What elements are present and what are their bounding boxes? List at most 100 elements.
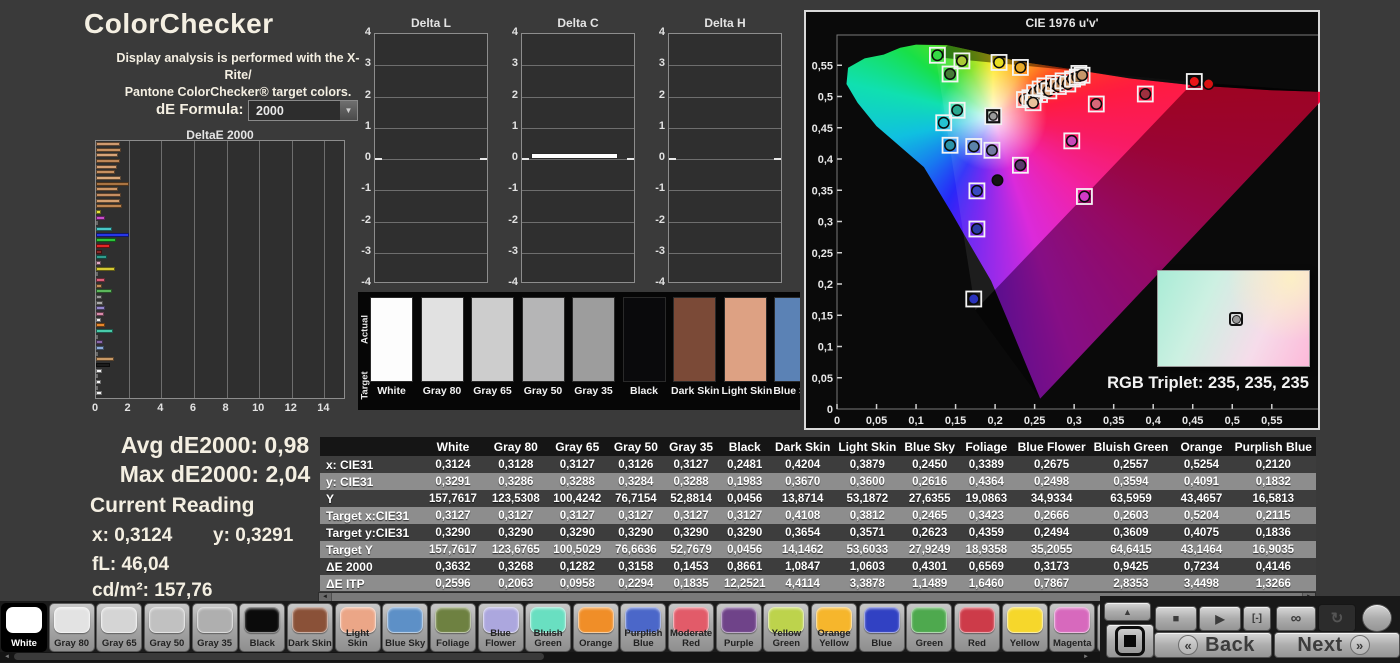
tab-black[interactable]: Black	[239, 603, 285, 652]
table-cell: 0,2063	[485, 575, 546, 591]
table-cell: 0,8661	[718, 558, 771, 575]
tab-purplish-blue[interactable]: Purplish Blue	[620, 603, 666, 652]
back-button[interactable]: « Back	[1154, 632, 1272, 658]
tab-label: Light Skin	[336, 629, 380, 649]
tab-foliage[interactable]: Foliage	[430, 603, 476, 652]
column-header: Gray 50	[608, 437, 664, 456]
deltae-bar	[96, 193, 121, 197]
reading-fl: fL: 46,04	[92, 554, 169, 576]
x-tick-label: 0,35	[1103, 415, 1124, 427]
deltae-bar	[96, 369, 102, 373]
y-tick-label: 0,4	[818, 154, 834, 166]
deltae-bar	[96, 278, 105, 282]
deltae-bar	[96, 199, 120, 203]
current-reading-label: Current Reading	[90, 494, 255, 518]
swatch-label: Blue Sky	[772, 385, 800, 397]
de-formula-dropdown[interactable]: 2000 ▼	[248, 100, 358, 121]
table-cell: 0,1836	[1231, 524, 1316, 541]
table-cell: 16,9035	[1231, 541, 1316, 558]
next-button[interactable]: Next »	[1274, 632, 1400, 658]
tabstrip-scrollbar[interactable]: ◄ ►	[0, 652, 1100, 662]
table-cell: 19,0863	[959, 490, 1014, 507]
step-button[interactable]: [-]	[1243, 606, 1271, 631]
tab-moderate-red[interactable]: Moderate Red	[668, 603, 714, 652]
deltae-x-axis: 02468101214	[95, 402, 345, 416]
measured-dot-icon	[957, 56, 967, 66]
tab-purple[interactable]: Purple	[716, 603, 762, 652]
y-tick-label: 0,05	[812, 373, 833, 385]
gridline	[669, 97, 781, 98]
swatch-black	[623, 297, 666, 382]
tab-light-skin[interactable]: Light Skin	[335, 603, 381, 652]
color-chip-icon	[149, 607, 185, 633]
y-tick-label: 0	[649, 151, 665, 163]
tab-magenta[interactable]: Magenta	[1049, 603, 1095, 652]
column-header: Foliage	[959, 437, 1014, 456]
y-tick-label: 0,2	[818, 279, 833, 291]
tab-blue-flower[interactable]: Blue Flower	[478, 603, 524, 652]
tab-yellow[interactable]: Yellow	[1002, 603, 1048, 652]
loop-button[interactable]: ∞	[1276, 606, 1316, 631]
swatch-label: Gray 50	[520, 385, 567, 397]
record-button[interactable]	[1362, 604, 1392, 632]
tab-gray-35[interactable]: Gray 35	[192, 603, 238, 652]
table-cell: 0,3127	[421, 507, 485, 524]
tab-orange-yellow[interactable]: Orange Yellow	[811, 603, 857, 652]
refresh-button[interactable]: ↻	[1318, 604, 1356, 632]
tab-blue-sky[interactable]: Blue Sky	[382, 603, 428, 652]
table-cell: 0,3879	[834, 456, 900, 473]
tab-green[interactable]: Green	[906, 603, 952, 652]
column-header: Bluish Green	[1090, 437, 1173, 456]
whitepoint-marker-icon	[1229, 312, 1243, 326]
swatch-label: White	[368, 385, 415, 397]
back-label: Back	[1205, 634, 1255, 657]
deltae-bar	[96, 261, 101, 265]
tab-gray-80[interactable]: Gray 80	[49, 603, 95, 652]
tab-yellow-green[interactable]: Yellow Green	[763, 603, 809, 652]
measured-dot-icon	[945, 69, 955, 79]
gridline	[522, 65, 634, 66]
tab-bluish-green[interactable]: Bluish Green	[525, 603, 571, 652]
tabstrip-scrollbar-thumb[interactable]	[14, 653, 544, 660]
delta-chart-title: Delta H	[668, 16, 782, 30]
table-cell: 3,3878	[834, 575, 900, 591]
gridline	[161, 141, 162, 398]
y-tick-label: 3	[502, 57, 518, 69]
gridline	[522, 190, 634, 191]
measured-dot-icon	[987, 145, 997, 155]
tab-gray-65[interactable]: Gray 65	[96, 603, 142, 652]
stop-button[interactable]: ■	[1155, 606, 1197, 631]
swatch-gray-80	[421, 297, 464, 382]
table-cell: 0,2596	[421, 575, 485, 591]
table-cell: 0,3290	[608, 524, 664, 541]
table-cell: 0,2623	[900, 524, 959, 541]
measured-dot-icon	[1189, 76, 1199, 86]
collapse-button[interactable]: ▲	[1104, 602, 1151, 621]
tab-red[interactable]: Red	[954, 603, 1000, 652]
table-cell: 0,2616	[900, 473, 959, 490]
tab-label: Red	[955, 639, 999, 649]
table-cell: 0,3127	[664, 507, 719, 524]
scroll-left-icon[interactable]: ◄	[1, 653, 13, 661]
table-cell: 0,2450	[900, 456, 959, 473]
gridline	[522, 253, 634, 254]
tab-blue[interactable]: Blue	[859, 603, 905, 652]
tab-white[interactable]: White	[1, 603, 47, 652]
swatch-white	[370, 297, 413, 382]
measured-dot-icon	[1203, 79, 1213, 89]
play-button[interactable]: ▶	[1199, 606, 1241, 631]
deltae-bar	[96, 346, 104, 350]
deltae-bar	[96, 284, 102, 288]
tab-dark-skin[interactable]: Dark Skin	[287, 603, 333, 652]
table-cell: 0,3286	[485, 473, 546, 490]
scroll-right-icon[interactable]: ►	[1080, 653, 1092, 661]
page-title: ColorChecker	[84, 8, 274, 40]
scroll-left-icon[interactable]: ◄	[319, 593, 331, 601]
tab-orange[interactable]: Orange	[573, 603, 619, 652]
tab-label: Blue Sky	[383, 639, 427, 649]
table-cell: 0,3594	[1090, 473, 1173, 490]
stop-large-button[interactable]	[1106, 624, 1154, 658]
table-cell: 0,6569	[959, 558, 1014, 575]
tab-gray-50[interactable]: Gray 50	[144, 603, 190, 652]
x-tick-label: 0	[834, 415, 840, 427]
